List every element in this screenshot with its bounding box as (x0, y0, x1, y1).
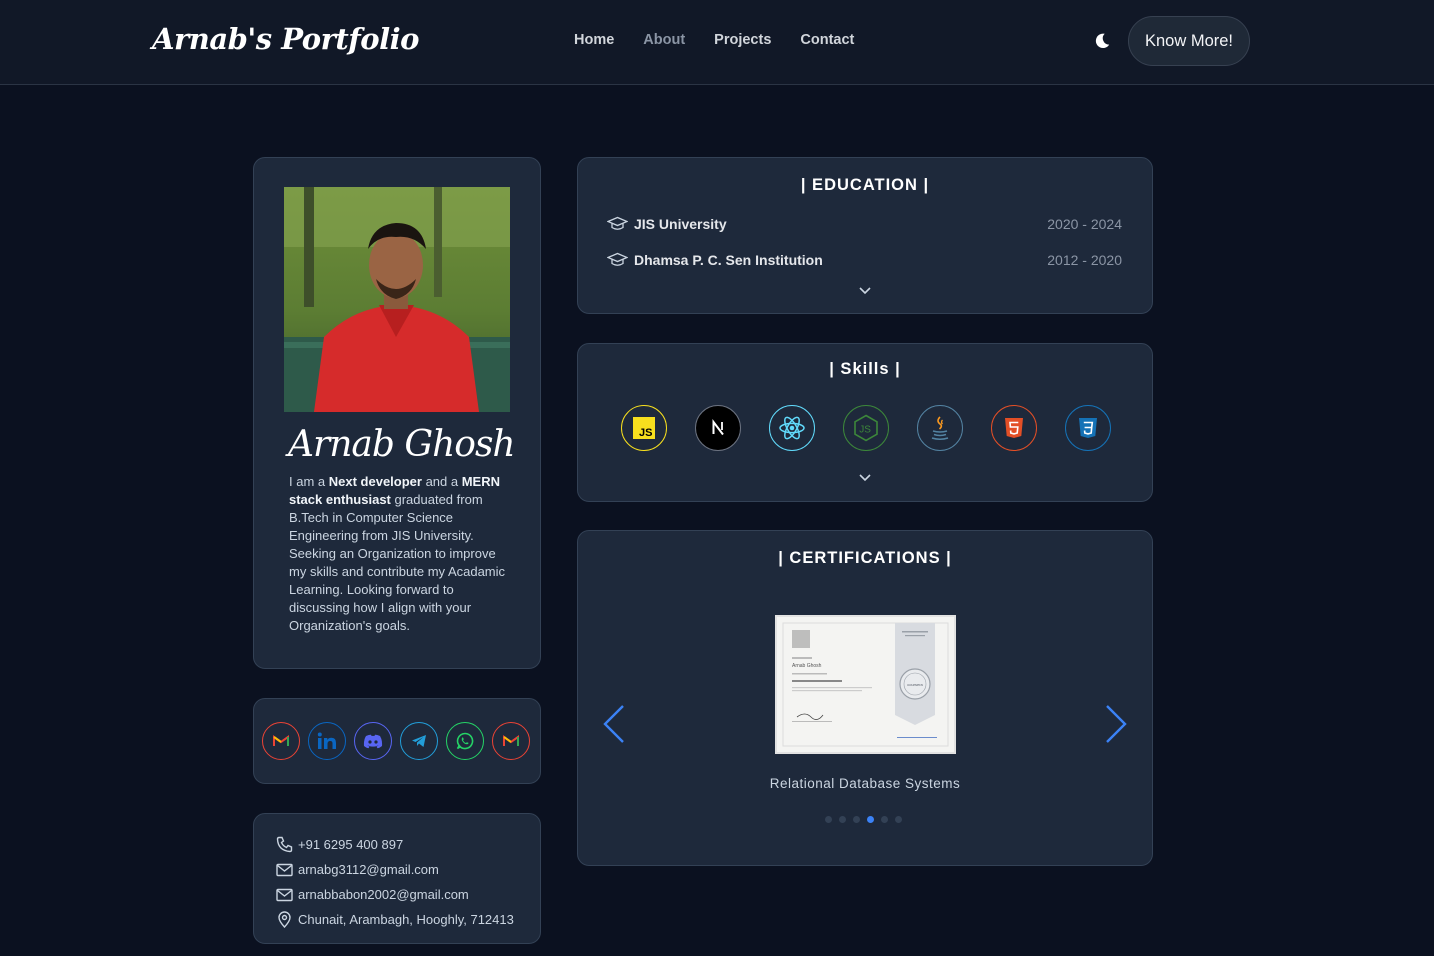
whatsapp-icon[interactable] (446, 722, 484, 760)
school-name: Dhamsa P. C. Sen Institution (634, 252, 823, 268)
school-years: 2020 - 2024 (1047, 216, 1122, 232)
svg-text:JS: JS (859, 425, 871, 436)
site-logo[interactable]: Arnab's Portfolio (152, 22, 419, 56)
graduation-cap-icon (607, 252, 628, 266)
react-icon[interactable] (769, 405, 815, 451)
contact-email-1[interactable]: arnabg3112@gmail.com (276, 857, 514, 882)
mail-icon (276, 888, 293, 901)
phone-text: +91 6295 400 897 (298, 837, 404, 852)
certifications-card: | CERTIFICATIONS | Arnab Ghosh coursera … (577, 530, 1153, 866)
gmail-icon[interactable] (492, 722, 530, 760)
skill-icons: JS JS (621, 405, 1111, 451)
phone-icon (276, 836, 293, 853)
main-nav: Home About Projects Contact (574, 32, 883, 48)
profile-name: Arnab Ghosh (288, 424, 516, 465)
telegram-icon[interactable] (400, 722, 438, 760)
css3-icon[interactable] (1065, 405, 1111, 451)
contact-address: Chunait, Arambagh, Hooghly, 712413 (276, 907, 514, 932)
carousel-dots (825, 816, 902, 823)
contact-list: +91 6295 400 897 arnabg3112@gmail.com ar… (276, 832, 514, 932)
java-icon[interactable] (917, 405, 963, 451)
carousel-dot[interactable] (881, 816, 888, 823)
carousel-dot-active[interactable] (867, 816, 874, 823)
javascript-icon[interactable]: JS (621, 405, 667, 451)
chevron-down-icon[interactable] (858, 286, 872, 296)
linkedin-icon[interactable] (308, 722, 346, 760)
cert-holder-name: Arnab Ghosh (792, 663, 822, 669)
html5-icon[interactable] (991, 405, 1037, 451)
coursera-seal-text: coursera (907, 682, 923, 687)
carousel-dot[interactable] (825, 816, 832, 823)
education-item: JIS University 2020 - 2024 (607, 213, 1122, 235)
graduation-cap-icon (607, 216, 628, 230)
profile-bio: I am a Next developer and a MERN stack e… (289, 474, 506, 633)
carousel-dot[interactable] (895, 816, 902, 823)
mail-icon (276, 863, 293, 876)
contact-phone[interactable]: +91 6295 400 897 (276, 832, 514, 857)
nav-home[interactable]: Home (574, 32, 614, 48)
carousel-prev-arrow-icon[interactable] (601, 703, 627, 745)
certificate-caption: Relational Database Systems (769, 776, 961, 791)
nav-about[interactable]: About (643, 32, 685, 48)
skills-title: | Skills | (829, 360, 901, 378)
education-card: | EDUCATION | JIS University 2020 - 2024… (577, 157, 1153, 314)
know-more-button[interactable]: Know More! (1128, 16, 1250, 66)
education-item: Dhamsa P. C. Sen Institution 2012 - 2020 (607, 249, 1122, 271)
nextjs-icon[interactable] (695, 405, 741, 451)
top-navbar: Arnab's Portfolio Home About Projects Co… (0, 0, 1434, 85)
social-links-card (253, 698, 541, 784)
gmail-icon[interactable] (262, 722, 300, 760)
email-text: arnabg3112@gmail.com (298, 862, 439, 877)
school-years: 2012 - 2020 (1047, 252, 1122, 268)
svg-text:JS: JS (639, 427, 652, 439)
carousel-next-arrow-icon[interactable] (1103, 703, 1129, 745)
social-links (262, 722, 530, 760)
discord-icon[interactable] (354, 722, 392, 760)
moon-icon[interactable] (1093, 32, 1111, 50)
nav-projects[interactable]: Projects (714, 32, 771, 48)
chevron-down-icon[interactable] (858, 473, 872, 483)
carousel-dot[interactable] (853, 816, 860, 823)
certificate-image[interactable]: Arnab Ghosh coursera (775, 615, 956, 754)
contact-email-2[interactable]: arnabbabon2002@gmail.com (276, 882, 514, 907)
certifications-title: | CERTIFICATIONS | (778, 549, 952, 567)
skills-card: | Skills | JS JS (577, 343, 1153, 502)
address-text: Chunait, Arambagh, Hooghly, 712413 (298, 912, 514, 927)
email-text: arnabbabon2002@gmail.com (298, 887, 469, 902)
nav-contact[interactable]: Contact (800, 32, 854, 48)
contact-info-card: +91 6295 400 897 arnabg3112@gmail.com ar… (253, 813, 541, 944)
nodejs-icon[interactable]: JS (843, 405, 889, 451)
profile-photo (284, 187, 510, 412)
school-name: JIS University (634, 216, 727, 232)
education-title: | EDUCATION | (800, 176, 930, 194)
profile-card: Arnab Ghosh I am a Next developer and a … (253, 157, 541, 669)
location-pin-icon (278, 911, 291, 928)
carousel-dot[interactable] (839, 816, 846, 823)
